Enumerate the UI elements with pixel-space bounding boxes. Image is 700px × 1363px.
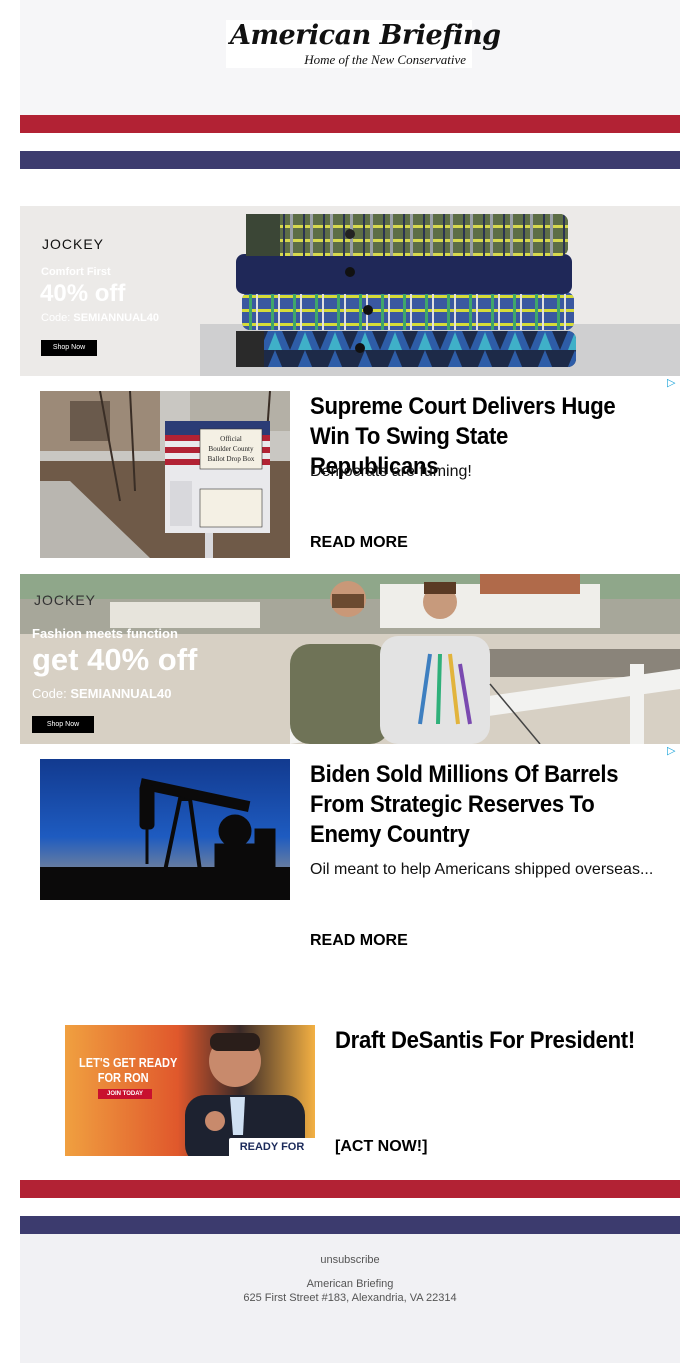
article-dek: Democrats are fuming! bbox=[310, 463, 472, 480]
newsletter-header: American Briefing Home of the New Conser… bbox=[20, 0, 680, 115]
sign-line-2: Boulder County bbox=[208, 445, 254, 453]
blue-stripe bbox=[20, 151, 680, 169]
ad-tagline: Comfort First bbox=[41, 266, 111, 278]
oil-pump-illustration bbox=[40, 759, 290, 900]
shop-now-button[interactable]: Shop Now bbox=[32, 716, 94, 733]
ad-brand-logo: JOCKEY bbox=[42, 236, 105, 252]
ad-code-line: Code: SEMIANNUAL40 bbox=[32, 686, 171, 701]
sign-line-3: Ballot Drop Box bbox=[207, 455, 255, 463]
ad-code: SEMIANNUAL40 bbox=[70, 686, 172, 701]
logo-subtitle: Home of the New Conservative bbox=[304, 52, 466, 67]
shop-now-button[interactable]: Shop Now bbox=[41, 340, 97, 356]
read-more-link[interactable]: READ MORE bbox=[310, 932, 408, 950]
ballot-box-sign: Official Boulder County Ballot Drop Box bbox=[201, 434, 261, 464]
article-dek: Oil meant to help Americans shipped over… bbox=[310, 861, 654, 878]
ad-code: SEMIANNUAL40 bbox=[73, 312, 159, 324]
promo-image-headline: LET'S GET READY FOR RON bbox=[79, 1055, 177, 1085]
red-stripe bbox=[20, 1180, 680, 1198]
adchoices-icon[interactable]: ▷ bbox=[667, 377, 679, 389]
ad-code-line: Code: SEMIANNUAL40 bbox=[41, 312, 159, 324]
ballot-box-illustration bbox=[40, 391, 290, 558]
ready-for-ron-badge: READY FOR RON bbox=[229, 1138, 315, 1156]
footer-address: 625 First Street #183, Alexandria, VA 22… bbox=[243, 1292, 457, 1304]
jockey-ad-banner-1[interactable]: JOCKEY Comfort First 40% off Code: SEMIA… bbox=[20, 206, 680, 376]
act-now-link[interactable]: [ACT NOW!] bbox=[335, 1138, 427, 1156]
unsubscribe-link[interactable]: unsubscribe bbox=[20, 1254, 680, 1266]
newsletter-footer: unsubscribe American Briefing 625 First … bbox=[20, 1234, 680, 1363]
jockey-ad-banner-2[interactable]: JOCKEY Fashion meets function get 40% of… bbox=[20, 574, 680, 744]
promo-image-line-1: LET'S GET READY bbox=[79, 1055, 178, 1070]
ad-code-label: Code: bbox=[41, 312, 74, 324]
red-stripe bbox=[20, 115, 680, 133]
ad-brand-logo: JOCKEY bbox=[34, 592, 97, 608]
site-logo[interactable]: American Briefing Home of the New Conser… bbox=[226, 20, 501, 68]
article-headline[interactable]: Biden Sold Millions Of Barrels From Stra… bbox=[310, 760, 627, 850]
read-more-link[interactable]: READ MORE bbox=[310, 534, 408, 552]
ad-offer: get 40% off bbox=[32, 642, 198, 677]
ad-tagline: Fashion meets function bbox=[32, 626, 178, 641]
oil-pump-image[interactable] bbox=[40, 759, 290, 900]
blue-stripe bbox=[20, 1216, 680, 1234]
adchoices-icon[interactable]: ▷ bbox=[667, 745, 679, 757]
sign-line-1: Official bbox=[220, 435, 242, 443]
desantis-promo-image[interactable]: LET'S GET READY FOR RON JOIN TODAY READY… bbox=[65, 1025, 315, 1156]
logo-title: American Briefing bbox=[230, 20, 501, 51]
join-today-badge: JOIN TODAY bbox=[98, 1089, 152, 1099]
ad-code-label: Code: bbox=[32, 686, 71, 701]
footer-org: American Briefing bbox=[306, 1278, 394, 1290]
promo-headline[interactable]: Draft DeSantis For President! bbox=[335, 1026, 639, 1056]
ballot-box-image[interactable]: Official Boulder County Ballot Drop Box bbox=[40, 391, 290, 558]
ad-offer: 40% off bbox=[40, 280, 126, 307]
promo-image-line-2: FOR RON bbox=[97, 1070, 149, 1085]
